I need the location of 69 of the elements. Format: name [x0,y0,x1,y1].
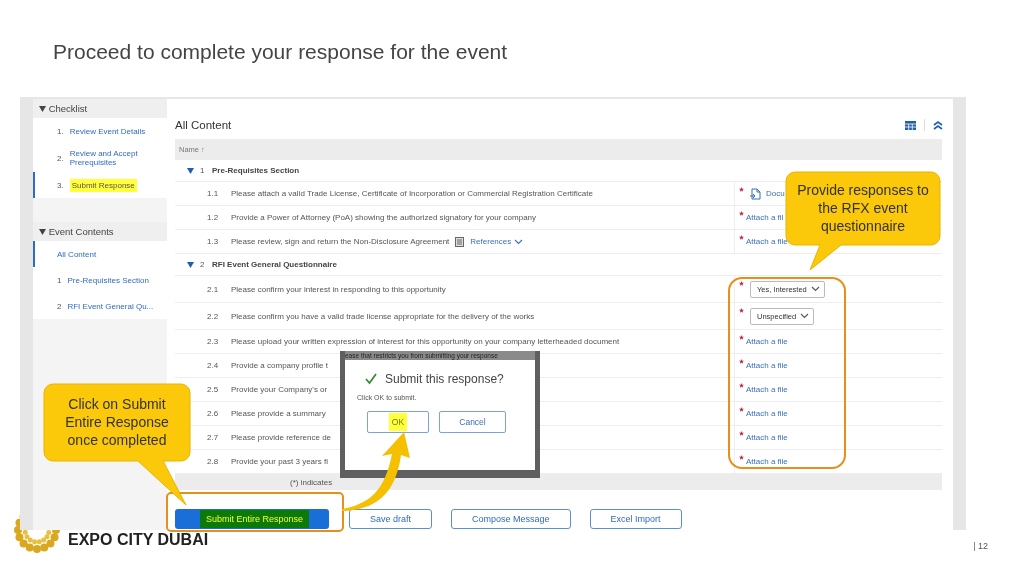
callout-text: Click on Submit Entire Response once completed [64,395,170,449]
chevron-down-icon [800,313,810,319]
attach-file-link[interactable]: Attach a file [746,433,788,442]
attach-file-link[interactable]: Attach a file [746,361,788,370]
sidebar-group-header[interactable]: Checklist [33,99,167,118]
question-number: 2.2 [206,311,220,321]
section-number: 1 [200,166,206,175]
document-link[interactable]: Docu [766,189,785,198]
question-text: Provide a Power of Attorney (PoA) showing the authorized signatory for your company [230,213,537,222]
references-link[interactable]: References [470,237,524,246]
sidebar-item[interactable]: 2 RFI Event General Qu... [33,293,167,319]
question-text: Please confirm your interest in responding to this opportunity [230,284,446,294]
question-text: Please confirm you have a valid trade license appropriate for the delivery of the works [230,311,535,321]
attach-file-link[interactable]: Attach a file [746,237,788,246]
required-field-note: (*) indicates [290,477,333,487]
expand-triangle-icon [39,106,46,112]
callout-text: Provide responses to the RFX event questionnaire [796,181,930,235]
sidebar-item[interactable]: 1. Review Event Details [33,118,167,144]
sidebar-group-header[interactable]: Event Contents [33,222,167,241]
dialog-button[interactable]: Cancel [439,411,506,433]
expand-triangle-icon [39,229,46,235]
content-title: All Content [175,119,232,131]
attach-file-link[interactable]: Attach a fil [746,213,784,222]
question-number: 2.6 [206,409,220,418]
action-button[interactable]: Compose Message [451,509,571,529]
collapse-icon[interactable] [933,120,943,130]
sidebar-item[interactable]: All Content [33,241,167,267]
question-number: 2.1 [206,284,220,294]
question-text: Provide a company profile t [230,361,328,370]
chevron-down-icon [514,238,524,245]
question-text: Please attach a valid Trade License, Certificate of Incorporation or Commercial Registration Certificate [230,189,593,198]
question-text: Please provide a summary [230,409,326,418]
sidebar-item[interactable]: 1 Pre-Requisites Section [33,267,167,293]
question-text: Please review, sign and return the Non-Disclosure Agreement [230,237,450,246]
attach-file-link[interactable]: Attach a file [746,337,788,346]
expand-triangle-icon[interactable] [187,261,194,268]
question-text: Please upload your written expression of interest for this opportunity on your company letterheaded document [230,337,620,346]
section-title: RFI Event General Questionnaire [212,260,338,269]
question-number: 2.5 [206,385,220,394]
expand-triangle-icon[interactable] [187,167,194,174]
question-text: Please provide reference de [230,433,332,442]
question-number: 1.1 [206,189,220,198]
question-number: 2.4 [206,361,220,370]
section-title: Pre-Requisites Section [212,166,301,175]
question-number: 1.2 [206,213,220,222]
question-number: 2.8 [206,457,220,466]
question-text: Provide your past 3 years fi [230,457,328,466]
table-view-icon[interactable] [905,120,916,130]
question-number: 2.3 [206,337,220,346]
document-icon[interactable] [455,236,465,247]
chevron-down-icon [810,286,820,292]
question-number: 2.7 [206,433,220,442]
question-text: Provide your Company's or [230,385,328,394]
dialog-button[interactable]: OK [367,411,429,433]
submit-button[interactable]: Submit Entire Response [175,509,329,529]
section-number: 2 [200,260,206,269]
attach-file-link[interactable]: Attach a file [746,457,788,466]
action-button[interactable]: Excel Import [589,509,682,529]
logo-wordmark: EXPO CITY DUBAI [68,531,209,549]
action-button[interactable]: Save draft [349,509,433,529]
slide-title: Proceed to complete your response for the event [53,40,508,64]
attach-file-link[interactable]: Attach a file [746,409,788,418]
sidebar-item[interactable]: 3. Submit Response [33,172,167,198]
page-number: 12 [978,541,988,551]
question-number: 1.3 [206,237,220,246]
checkmark-icon [365,373,377,385]
document-upload-icon[interactable] [749,187,761,200]
attach-file-link[interactable]: Attach a file [746,385,788,394]
dialog-title: Submit this response? [385,372,504,386]
